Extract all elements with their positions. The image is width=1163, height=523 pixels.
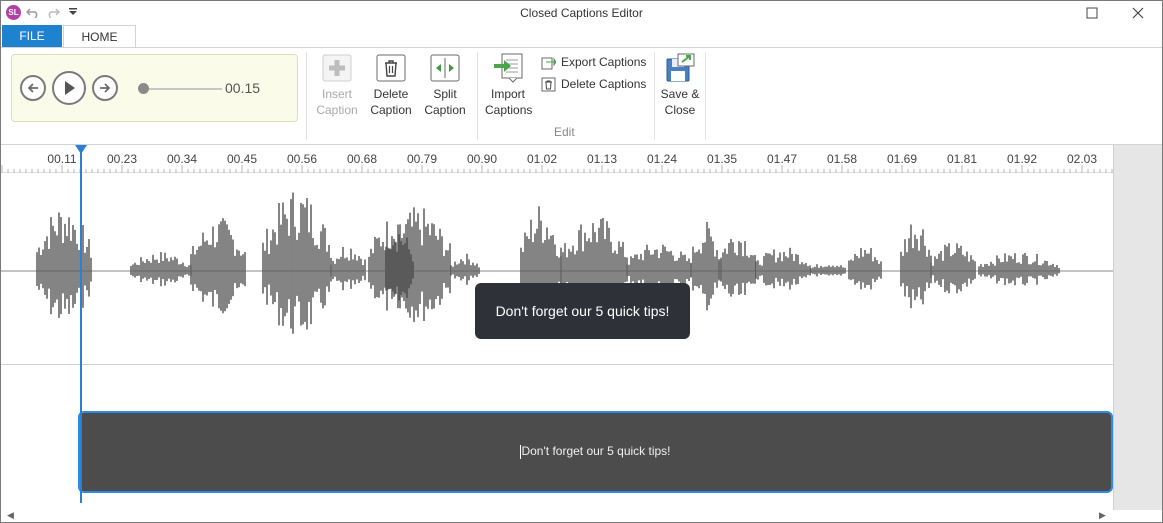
time-readout: 00.15 — [225, 80, 261, 96]
ruler-tick-label: 00.45 — [226, 152, 258, 166]
tab-home[interactable]: HOME — [63, 25, 136, 48]
playhead-handle[interactable] — [75, 145, 87, 154]
ruler-tick-label: 01.13 — [586, 152, 618, 166]
group-label-edit: Edit — [554, 125, 575, 139]
ruler-tick-label: 01.58 — [826, 152, 858, 166]
trash-icon — [375, 53, 407, 83]
export-captions-button[interactable]: Export Captions — [540, 53, 646, 71]
insert-caption-label: Insert Caption — [316, 87, 358, 117]
ruler-tick-label: 00.23 — [106, 152, 138, 166]
media-player: 00.15 — [11, 54, 298, 122]
timeline-empty-region — [1113, 145, 1162, 510]
time-ruler[interactable]: 00.11 00.23 00.34 00.45 00.56 00.68 00.79 00.90… — [1, 145, 1113, 173]
save-close-button[interactable]: Save & Close — [657, 53, 703, 118]
arrow-left-icon — [27, 83, 38, 93]
save-close-label: Save & Close — [660, 87, 700, 117]
export-captions-label: Export Captions — [561, 55, 647, 69]
divider — [705, 52, 706, 140]
maximize-icon[interactable] — [1081, 3, 1103, 23]
seek-slider-track[interactable] — [142, 88, 222, 90]
arrow-right-icon — [100, 83, 111, 93]
caption-block[interactable]: Don't forget our 5 quick tips! — [78, 411, 1113, 493]
ruler-tick-label: 01.35 — [706, 152, 738, 166]
import-captions-label: Import Captions — [485, 87, 533, 117]
ruler-tick-label: 00.90 — [466, 152, 498, 166]
delete-caption-button[interactable]: Delete Caption — [368, 53, 414, 118]
ruler-tick-label: 00.68 — [346, 152, 378, 166]
ruler-tick-label: 01.02 — [526, 152, 558, 166]
ribbon-tabs: FILE HOME — [1, 25, 1162, 48]
title-bar: SL Closed Captions Editor — [1, 1, 1162, 25]
ruler-tick-label: 00.79 — [406, 152, 438, 166]
tab-file[interactable]: FILE — [2, 25, 62, 47]
divider — [654, 52, 655, 140]
ruler-tick-label: 00.56 — [286, 152, 318, 166]
insert-caption-icon — [321, 53, 353, 83]
ruler-tick-label: 01.92 — [1006, 152, 1038, 166]
ruler-tick-label: 02.03 — [1066, 152, 1098, 166]
play-button[interactable] — [52, 71, 86, 105]
waveform-area[interactable]: Don't forget our 5 quick tips! — [1, 173, 1113, 365]
scroll-right-arrow[interactable]: ▶ — [1099, 510, 1106, 521]
scroll-left-arrow[interactable]: ◀ — [7, 510, 14, 521]
ribbon: 00.15 Insert Caption Delete Caption Spli… — [1, 47, 1162, 145]
ruler-tick-label: 01.69 — [886, 152, 918, 166]
divider — [477, 52, 478, 140]
captions-editor-window: SL Closed Captions Editor FILE HOME 00.1… — [0, 0, 1163, 523]
delete-captions-icon — [540, 76, 556, 92]
delete-caption-label: Delete Caption — [370, 87, 412, 117]
split-icon — [429, 53, 461, 83]
caption-text[interactable]: Don't forget our 5 quick tips! — [80, 444, 1111, 459]
ruler-tick-label: 01.24 — [646, 152, 678, 166]
divider — [306, 52, 307, 140]
window-title: Closed Captions Editor — [520, 6, 643, 20]
insert-caption-button[interactable]: Insert Caption — [314, 53, 360, 118]
close-icon[interactable] — [1127, 3, 1149, 23]
rewind-button[interactable] — [20, 75, 46, 101]
playhead[interactable] — [80, 145, 82, 503]
ruler-tick-label: 01.81 — [946, 152, 978, 166]
split-caption-label: Split Caption — [424, 87, 466, 117]
export-icon — [540, 54, 556, 70]
import-icon — [492, 53, 524, 83]
timeline[interactable]: 00.11 00.23 00.34 00.45 00.56 00.68 00.79 00.90… — [1, 145, 1162, 522]
save-icon — [664, 53, 696, 83]
caption-preview: Don't forget our 5 quick tips! — [475, 283, 690, 339]
play-icon — [65, 81, 75, 95]
ruler-tick-label: 00.34 — [166, 152, 198, 166]
split-caption-button[interactable]: Split Caption — [422, 53, 468, 118]
forward-button[interactable] — [92, 75, 118, 101]
ruler-tick-label: 00.11 — [47, 152, 77, 166]
ruler-tick-label: 01.47 — [766, 152, 798, 166]
delete-captions-label: Delete Captions — [561, 77, 647, 91]
import-captions-button[interactable]: Import Captions — [485, 53, 533, 118]
caption-text-value: Don't forget our 5 quick tips! — [521, 444, 671, 458]
delete-captions-button[interactable]: Delete Captions — [540, 75, 646, 93]
seek-slider-knob[interactable] — [138, 83, 149, 94]
